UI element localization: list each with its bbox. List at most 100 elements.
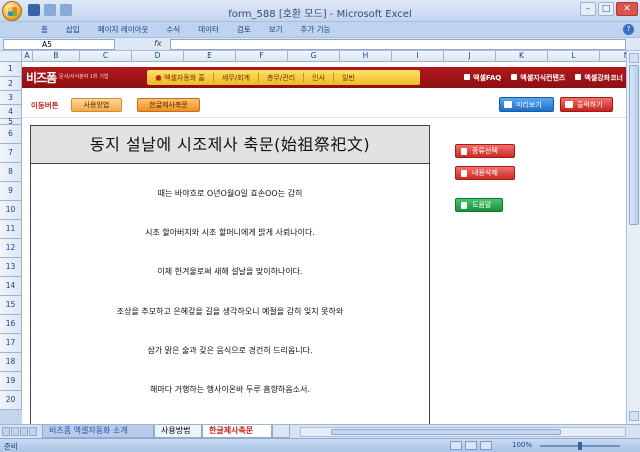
row-header[interactable]: 10 (0, 201, 22, 220)
function-icon[interactable]: fx (154, 39, 162, 48)
sheet-tab-intro[interactable]: 비즈폼 엑셀자동화 소개 (42, 425, 154, 438)
move-label: 이동버튼 (31, 101, 59, 110)
help-button[interactable]: 도움말 (455, 198, 503, 212)
printer-icon (565, 101, 573, 108)
sheet-tab-usage[interactable]: 사용방법 (154, 425, 202, 438)
column-header[interactable]: F (236, 51, 288, 62)
monitor-icon (504, 101, 512, 108)
column-header[interactable]: C (80, 51, 132, 62)
nav-menu: 엑셀자동화 홈 세무/회계 총무/관리 인사 일반 (147, 70, 420, 85)
row-header[interactable]: 2 (0, 77, 22, 91)
lock-icon (461, 170, 467, 177)
row-header[interactable]: 9 (0, 182, 22, 201)
top-navigation: 비즈폼 문서/서식분야 1위 기업 엑셀자동화 홈 세무/회계 총무/관리 인사… (22, 67, 626, 88)
nav-item-tax[interactable]: 세무/회계 (214, 73, 258, 83)
nav-item-admin[interactable]: 총무/관리 (259, 73, 303, 83)
link-excel-lecture[interactable]: 엑셀강좌코너 (575, 73, 623, 83)
document-line: 시조 할아버지와 시조 할머니에게 밝게 사뢰나이다. (145, 228, 315, 237)
document-line: 때는 바야흐로 O년O월O일 효손OO는 감히 (157, 189, 303, 198)
first-sheet-icon[interactable] (2, 427, 10, 436)
row-header[interactable]: 11 (0, 220, 22, 239)
column-header[interactable]: I (392, 51, 444, 62)
column-header[interactable]: L (548, 51, 600, 62)
maximize-icon[interactable]: □ (598, 2, 614, 16)
button-row: 이동버튼 사용방법 한글제사축문 미리보기 출력하기 (22, 92, 626, 118)
tab-data[interactable]: 데이터 (189, 22, 228, 37)
minimize-icon[interactable]: – (580, 2, 596, 16)
row-header[interactable]: 15 (0, 296, 22, 315)
column-header[interactable]: D (132, 51, 184, 62)
status-ready: 준비 (4, 442, 18, 451)
prev-sheet-icon[interactable] (11, 427, 19, 436)
row-header[interactable]: 6 (0, 125, 22, 144)
zoom-knob[interactable] (578, 442, 582, 450)
page-layout-view-icon[interactable] (465, 441, 477, 450)
column-header[interactable]: G (288, 51, 340, 62)
row-header[interactable]: 7 (0, 144, 22, 163)
formula-input[interactable] (170, 39, 626, 50)
normal-view-icon[interactable] (450, 441, 462, 450)
row-header[interactable]: 20 (0, 391, 22, 410)
tab-view[interactable]: 보기 (260, 22, 292, 37)
tab-insert[interactable]: 삽입 (57, 22, 89, 37)
hscroll-thumb[interactable] (331, 429, 561, 435)
delete-content-button[interactable]: 내용삭제 (455, 166, 515, 180)
column-header[interactable]: J (444, 51, 496, 62)
next-sheet-icon[interactable] (20, 427, 28, 436)
nav-item-home[interactable]: 엑셀자동화 홈 (147, 73, 213, 83)
column-header[interactable]: E (184, 51, 236, 62)
document-title: 동지 설날에 시조제사 축문(始祖祭祀文) (31, 126, 429, 164)
scroll-up-icon[interactable] (629, 53, 639, 63)
column-header[interactable]: B (33, 51, 80, 62)
print-button[interactable]: 출력하기 (560, 97, 613, 112)
help-icon[interactable]: ? (623, 24, 634, 35)
bizforms-logo[interactable]: 비즈폼 문서/서식분야 1위 기업 (26, 69, 108, 86)
column-header[interactable]: A (22, 51, 33, 62)
column-header[interactable]: K (496, 51, 548, 62)
nav-item-hr[interactable]: 인사 (304, 73, 333, 83)
usage-button[interactable]: 사용방법 (71, 98, 122, 112)
tab-formulas[interactable]: 수식 (157, 22, 189, 37)
sheet-nav-arrows (2, 427, 37, 436)
link-excel-knowledge[interactable]: 엑셀지식컨텐츠 (511, 73, 565, 83)
insert-sheet-icon[interactable] (272, 425, 290, 438)
vertical-scrollbar[interactable] (626, 51, 640, 424)
document-line: 해마다 거행하는 행사이온바 두루 흠향하옵소서. (150, 385, 310, 394)
status-bar: 준비 100% (0, 438, 640, 452)
sheet-tabs-bar: 비즈폼 엑셀자동화 소개 사용방법 한글제사축문 (0, 424, 640, 438)
sheet-tab-korean-ritual[interactable]: 한글제사축문 (202, 425, 272, 438)
horizontal-scrollbar[interactable] (300, 427, 626, 437)
tab-page-layout[interactable]: 페이지 레이아웃 (89, 22, 158, 37)
row-header[interactable]: 14 (0, 277, 22, 296)
right-links: 엑셀FAQ 엑셀지식컨텐츠 엑셀강좌코너 (464, 73, 623, 83)
tab-home[interactable]: 홈 (32, 22, 57, 37)
row-header[interactable]: 19 (0, 372, 22, 391)
name-box[interactable]: A5 (3, 39, 115, 50)
select-all-corner[interactable] (0, 51, 22, 62)
document-line: 삼가 맑은 술과 갖은 음식으로 경건히 드리옵니다. (147, 346, 313, 355)
last-sheet-icon[interactable] (29, 427, 37, 436)
worksheet: 비즈폼 문서/서식분야 1위 기업 엑셀자동화 홈 세무/회계 총무/관리 인사… (22, 62, 626, 424)
select-type-button[interactable]: 종류선택 (455, 144, 515, 158)
view-buttons (450, 441, 492, 450)
korean-ritual-button[interactable]: 한글제사축문 (137, 98, 200, 112)
page-break-view-icon[interactable] (480, 441, 492, 450)
row-header[interactable]: 8 (0, 163, 22, 182)
scroll-down-icon[interactable] (629, 411, 639, 421)
column-header[interactable]: H (340, 51, 392, 62)
scroll-thumb[interactable] (629, 65, 639, 225)
link-excel-faq[interactable]: 엑셀FAQ (464, 73, 501, 83)
close-icon[interactable]: ✕ (616, 2, 638, 16)
row-header[interactable]: 16 (0, 315, 22, 334)
tab-review[interactable]: 검토 (228, 22, 260, 37)
document-line: 조상을 추모하고 은혜갚을 길을 생각하오니 예절을 감히 잊지 못하와 (116, 307, 344, 316)
tab-add-ins[interactable]: 추가 기능 (292, 22, 340, 37)
row-header[interactable]: 13 (0, 258, 22, 277)
row-header[interactable]: 17 (0, 334, 22, 353)
preview-button[interactable]: 미리보기 (499, 97, 554, 112)
row-header[interactable]: 3 (0, 91, 22, 105)
nav-item-general[interactable]: 일반 (334, 73, 363, 83)
row-header[interactable]: 12 (0, 239, 22, 258)
row-header[interactable]: 18 (0, 353, 22, 372)
row-header[interactable]: 1 (0, 62, 22, 77)
